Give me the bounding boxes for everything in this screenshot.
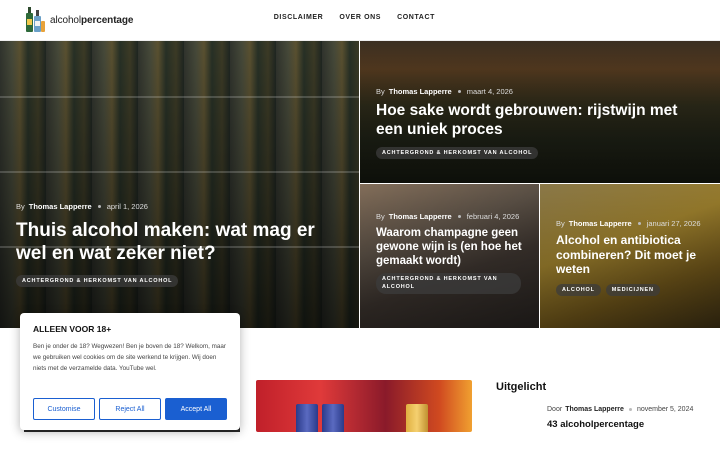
- accept-all-button[interactable]: Accept All: [165, 398, 227, 420]
- hero-card-content: By Thomas Lapperre februari 4, 2026 Waar…: [376, 212, 529, 295]
- post-tags: ACHTERGROND & HERKOMST VAN ALCOHOL: [16, 275, 345, 288]
- page: alcoholpercentage DISCLAIMER OVER ONS CO…: [0, 0, 720, 450]
- energy-drink-image[interactable]: [256, 380, 472, 432]
- post-date: februari 4, 2026: [466, 212, 520, 221]
- featured-title[interactable]: 43 alcoholpercentage: [547, 419, 644, 430]
- bottles-logo-icon: [24, 7, 46, 33]
- post-title[interactable]: Hoe sake wordt gebrouwen: rijstwijn met …: [376, 102, 696, 140]
- category-tag-alcohol[interactable]: ALCOHOL: [556, 283, 601, 296]
- author-link[interactable]: Thomas Lapperre: [29, 202, 92, 211]
- category-tag[interactable]: ACHTERGROND & HERKOMST VAN ALCOHOL: [16, 275, 179, 288]
- customise-button[interactable]: Customise: [33, 398, 95, 420]
- logo-text: alcoholpercentage: [50, 14, 134, 26]
- post-date: november 5, 2024: [636, 406, 694, 413]
- author-link[interactable]: Thomas Lapperre: [389, 87, 452, 96]
- nav-disclaimer[interactable]: DISCLAIMER: [274, 14, 324, 21]
- post-tags: ACHTERGROND & HERKOMST VAN ALCOHOL: [376, 146, 706, 159]
- hero-card-champagne[interactable]: By Thomas Lapperre februari 4, 2026 Waar…: [360, 184, 539, 328]
- site-logo[interactable]: alcoholpercentage: [24, 7, 133, 33]
- hero-card-content: By Thomas Lapperre april 1, 2026 Thuis a…: [16, 202, 345, 288]
- hero-card-content: By Thomas Lapperre januari 27, 2026 Alco…: [556, 219, 710, 296]
- post-meta: By Thomas Lapperre maart 4, 2026: [376, 87, 513, 96]
- post-title[interactable]: Thuis alcohol maken: wat mag er wel en w…: [16, 219, 316, 265]
- hero-card-antibiotica[interactable]: By Thomas Lapperre januari 27, 2026 Alco…: [540, 184, 720, 328]
- site-header: alcoholpercentage DISCLAIMER OVER ONS CO…: [0, 0, 720, 41]
- hero-card-sake[interactable]: By Thomas Lapperre maart 4, 2026 Hoe sak…: [360, 41, 720, 183]
- post-date: april 1, 2026: [106, 202, 148, 211]
- category-tag-medicijnen[interactable]: MEDICIJNEN: [605, 283, 660, 296]
- author-link[interactable]: Thomas Lapperre: [389, 212, 452, 221]
- post-title[interactable]: Alcohol en antibiotica combineren? Dit m…: [556, 233, 711, 277]
- post-meta: By Thomas Lapperre februari 4, 2026: [376, 212, 520, 221]
- featured-meta: Door Thomas Lapperre november 5, 2024: [547, 406, 694, 413]
- featured-heading: Uitgelicht: [496, 381, 547, 393]
- hero-card-large[interactable]: By Thomas Lapperre april 1, 2026 Thuis a…: [0, 41, 359, 328]
- reject-all-button[interactable]: Reject All: [99, 398, 161, 420]
- hero-card-content: By Thomas Lapperre maart 4, 2026 Hoe sak…: [376, 87, 706, 159]
- nav-contact[interactable]: CONTACT: [397, 14, 435, 21]
- category-tag[interactable]: ACHTERGROND & HERKOMST VAN ALCOHOL: [376, 273, 521, 295]
- author-link[interactable]: Thomas Lapperre: [569, 219, 632, 228]
- post-tags: ACHTERGROND & HERKOMST VAN ALCOHOL: [376, 273, 529, 295]
- post-meta: By Thomas Lapperre januari 27, 2026: [556, 219, 701, 228]
- post-date: januari 27, 2026: [646, 219, 701, 228]
- post-title[interactable]: Waarom champagne geen gewone wijn is (en…: [376, 226, 528, 268]
- post-date: maart 4, 2026: [466, 87, 513, 96]
- nav-over-ons[interactable]: OVER ONS: [339, 14, 381, 21]
- cookie-buttons: Customise Reject All Accept All: [33, 398, 227, 420]
- cookie-banner: ALLEEN VOOR 18+ Ben je onder de 18? Wegw…: [20, 313, 240, 430]
- author-link[interactable]: Thomas Lapperre: [565, 406, 624, 413]
- post-meta: By Thomas Lapperre april 1, 2026: [16, 202, 148, 211]
- cookie-text: Ben je onder de 18? Wegwezen! Ben je bov…: [33, 343, 226, 373]
- main-nav: DISCLAIMER OVER ONS CONTACT: [274, 14, 435, 21]
- cookie-title: ALLEEN VOOR 18+: [33, 324, 112, 334]
- category-tag[interactable]: ACHTERGROND & HERKOMST VAN ALCOHOL: [376, 146, 539, 159]
- post-tags: ALCOHOL MEDICIJNEN: [556, 283, 710, 296]
